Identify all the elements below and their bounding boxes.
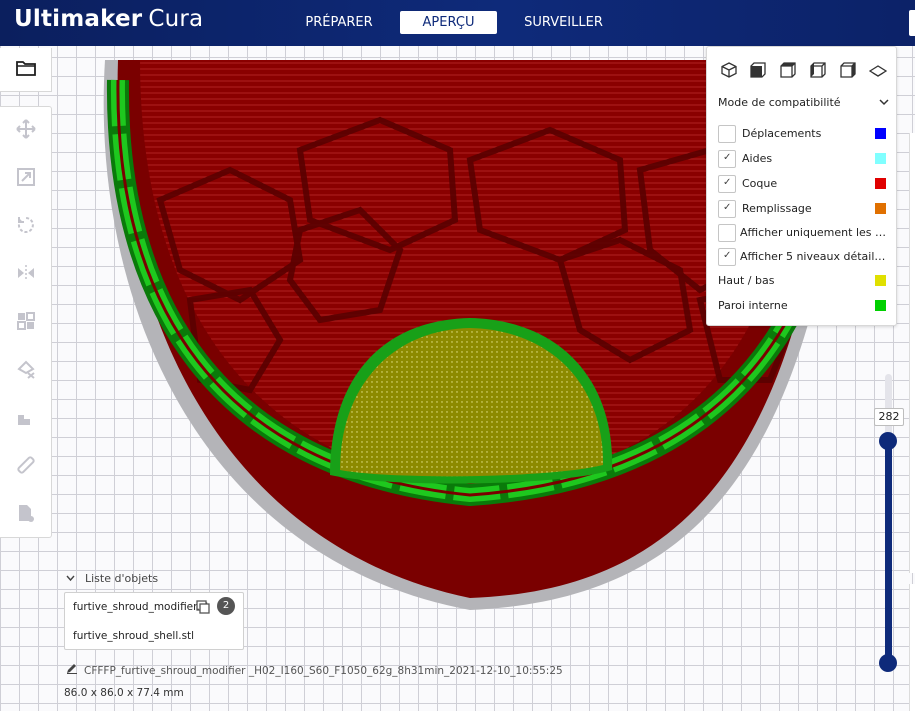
legend-label: Déplacements [742,127,822,140]
right-view-icon [840,62,856,82]
checkbox[interactable] [718,125,736,143]
tab-prepare[interactable]: PRÉPARER [294,11,384,34]
object-list-item[interactable]: furtive_shroud_shell.stl [73,630,208,642]
move-icon [16,119,36,143]
tab-monitor[interactable]: SURVEILLER [512,11,615,34]
support-blocker-tool[interactable] [13,358,39,384]
per-model-settings-icon [16,311,36,335]
layer-slider-lower-handle[interactable] [879,654,897,672]
legend-label: Haut / bas [718,274,775,287]
layer-view-icon [868,63,888,82]
support-blocker-icon [16,359,36,383]
3d-view-icon [721,62,737,82]
mirror-tool[interactable] [13,262,39,288]
layer-number-input[interactable]: 282 [874,408,904,426]
legend-top-bottom: Haut / bas [718,272,888,290]
per-model-settings-tool[interactable] [13,310,39,336]
support-eraser-icon [16,407,36,431]
open-file-button[interactable] [0,48,52,92]
scale-tool[interactable] [13,166,39,192]
brand-name: Ultimaker [14,6,143,32]
multiply-icon [196,599,210,618]
support-tool[interactable] [13,406,39,432]
legend-label: Afficher 5 niveaux détaillé... [740,250,888,263]
legend-infill[interactable]: ✓ Remplissage [718,200,888,218]
mesh-tools-tool[interactable] [13,502,39,528]
app-logo: Ultimaker Cura [14,6,203,32]
color-scheme-value: Mode de compatibilité [718,96,841,109]
color-swatch [875,300,886,311]
camera-left-button[interactable] [807,61,829,83]
legend-label: Remplissage [742,202,812,215]
object-list-item[interactable]: furtive_shroud_modifier.stl [73,601,208,613]
job-name[interactable]: CFFFP_furtive_shroud_modifier _H02_I160_… [66,662,563,677]
layer-slider-range[interactable] [885,440,892,665]
print-settings-panel-edge[interactable] [909,133,915,573]
camera-top-button[interactable] [777,61,799,83]
checkbox[interactable]: ✓ [718,175,736,193]
check-icon: ✓ [723,250,732,261]
color-swatch [875,203,886,214]
color-scheme-dropdown[interactable]: Mode de compatibilité [718,93,890,113]
marketplace-button[interactable] [909,10,915,36]
checkbox[interactable] [718,224,736,242]
model-dimensions: 86.0 x 86.0 x 77.4 mm [64,687,184,699]
mirror-icon [16,263,36,287]
color-swatch [875,275,886,286]
action-panel-edge[interactable] [909,584,915,711]
tab-preview[interactable]: APERÇU [400,11,497,34]
job-name-text: CFFFP_furtive_shroud_modifier _H02_I160_… [84,665,563,677]
chevron-down-icon [66,572,75,585]
legend-label: Afficher uniquement les c... [740,226,888,239]
color-swatch [875,153,886,164]
color-swatch [875,178,886,189]
object-list-title: Liste d'objets [85,572,159,585]
checkbox[interactable]: ✓ [718,248,736,266]
object-list: furtive_shroud_modifier.stl furtive_shro… [64,592,244,650]
legend-shell[interactable]: ✓ Coque [718,175,888,193]
check-icon: ✓ [723,202,732,213]
view-type-button[interactable] [867,61,889,83]
chevron-down-icon [878,95,890,115]
object-list-toggle[interactable]: Liste d'objets [66,572,158,585]
legend-label: Paroi interne [718,299,788,312]
pencil-icon[interactable] [66,662,78,677]
layer-slider-upper-handle[interactable] [879,432,897,450]
front-view-icon [750,62,766,82]
top-view-icon [780,62,796,82]
rotate-icon [16,215,36,239]
camera-3d-button[interactable] [718,61,740,83]
move-tool[interactable] [13,118,39,144]
legend-detailed-layers[interactable]: ✓ Afficher 5 niveaux détaillé... [718,248,888,266]
left-view-icon [810,62,826,82]
rotate-tool[interactable] [13,214,39,240]
mesh-tools-icon [16,503,36,527]
scale-icon [16,167,36,191]
legend-label: Coque [742,177,778,190]
object-count-badge: 2 [217,597,235,615]
product-name: Cura [148,6,204,32]
camera-front-button[interactable] [747,61,769,83]
check-icon: ✓ [723,177,732,188]
top-bar: Ultimaker Cura PRÉPARER APERÇU SURVEILLER [0,0,915,46]
measure-tool[interactable] [13,454,39,480]
legend-helpers[interactable]: ✓ Aides [718,150,888,168]
legend-label: Aides [742,152,773,165]
checkbox[interactable]: ✓ [718,150,736,168]
folder-icon [15,60,36,80]
color-swatch [875,128,886,139]
tool-bar [0,106,52,538]
legend-travels[interactable]: Déplacements [718,125,888,143]
legend-inner-wall: Paroi interne [718,297,888,315]
camera-right-button[interactable] [837,61,859,83]
checkbox[interactable]: ✓ [718,200,736,218]
view-settings-panel: Mode de compatibilité Déplacements ✓ Aid… [706,46,897,326]
measure-icon [16,455,36,479]
legend-show-top-only[interactable]: Afficher uniquement les c... [718,224,888,242]
check-icon: ✓ [723,152,732,163]
